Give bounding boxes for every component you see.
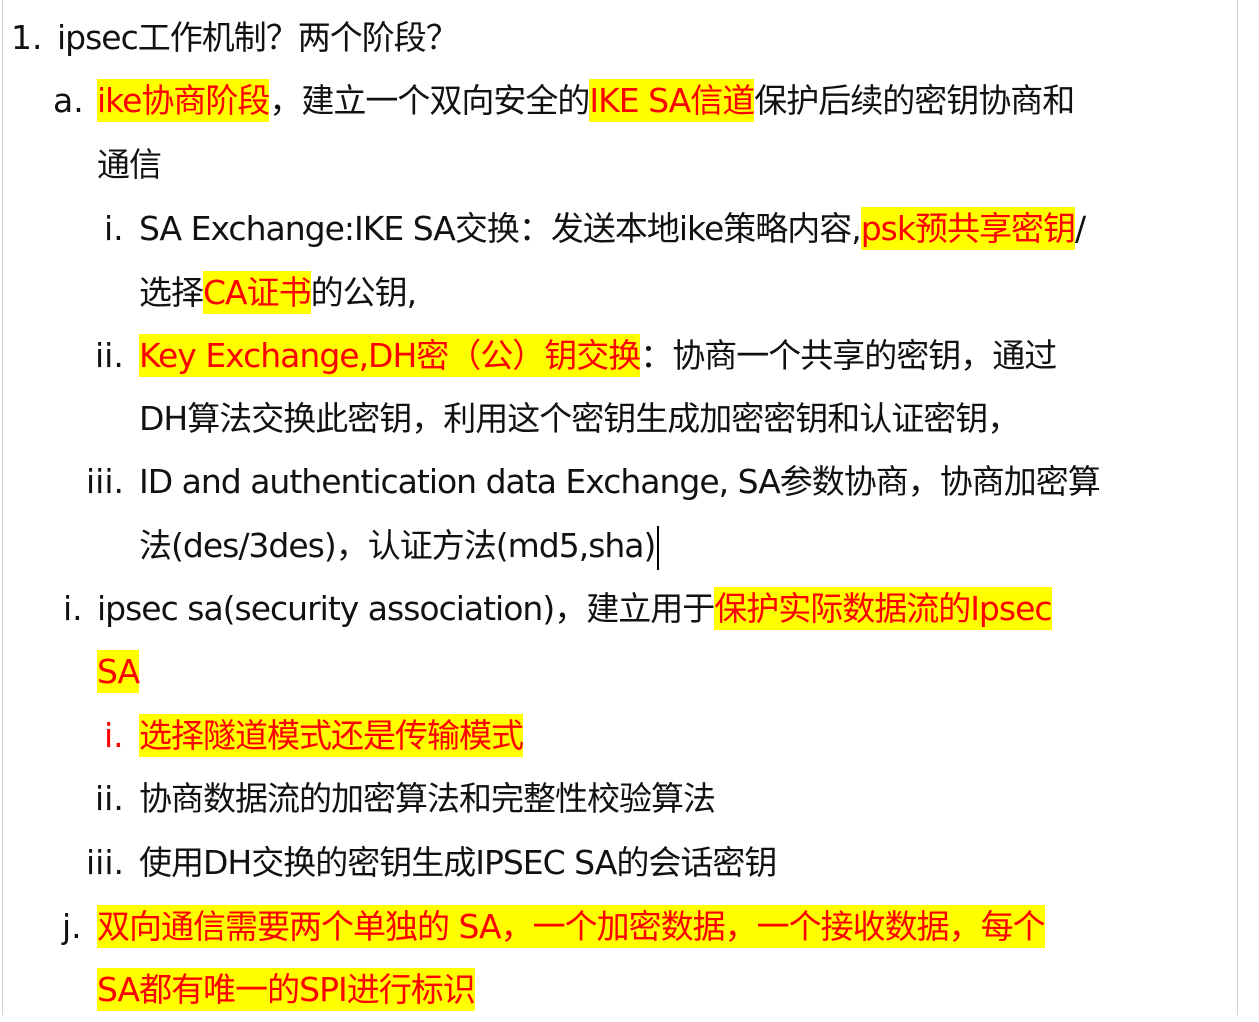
text-line[interactable]: SA: [97, 640, 140, 704]
text-span: 的公钥,: [310, 273, 417, 312]
list-marker: a.: [53, 81, 84, 120]
list-marker: ii.: [95, 336, 124, 375]
list-marker: 1.: [11, 18, 43, 57]
text-line[interactable]: 通信: [97, 133, 162, 197]
heading-line[interactable]: ipsec工作机制？两个阶段？: [57, 6, 459, 70]
text-span: 使用DH交换的密钥生成IPSEC SA的会话密钥: [139, 843, 777, 882]
right-margin-line: [1237, 0, 1238, 1015]
text-line[interactable]: Key Exchange,DH密（公）钥交换：协商一个共享的密钥，通过: [139, 324, 1057, 388]
document-page: 1. ipsec工作机制？两个阶段？ a. ike协商阶段，建立一个双向安全的I…: [0, 0, 1259, 1015]
text-span: /: [1075, 209, 1086, 248]
list-marker: i.: [63, 589, 83, 628]
text-span: ID and authentication data Exchange, SA参…: [139, 462, 1101, 501]
highlight-span: psk预共享密钥: [860, 207, 1076, 250]
text-line[interactable]: 法(des/3des)，认证方法(md5,sha): [139, 514, 659, 578]
text-span: DH算法交换此密钥，利用这个密钥生成加密密钥和认证密钥，: [139, 399, 1020, 438]
highlight-span: SA都有唯一的SPI进行标识: [97, 968, 476, 1011]
list-marker: j.: [62, 907, 82, 946]
list-marker: iii.: [86, 462, 124, 501]
text-span: SA Exchange:IKE SA交换：发送本地ike策略内容,: [139, 209, 862, 248]
text-span: 法(des/3des)，认证方法(md5,sha): [139, 526, 656, 565]
text-span: 选择: [139, 273, 204, 312]
heading-text: ipsec工作机制？两个阶段？: [57, 18, 459, 57]
text-line[interactable]: 选择隧道模式还是传输模式: [139, 704, 524, 768]
text-line[interactable]: ike协商阶段，建立一个双向安全的IKE SA信道保护后续的密钥协商和: [97, 69, 1075, 133]
text-line[interactable]: 选择CA证书的公钥,: [139, 261, 417, 325]
text-line[interactable]: ipsec sa(security association)，建立用于保护实际数…: [97, 577, 1053, 641]
text-line[interactable]: 使用DH交换的密钥生成IPSEC SA的会话密钥: [139, 831, 777, 895]
highlight-span: 选择隧道模式还是传输模式: [139, 714, 524, 757]
left-margin-line: [2, 0, 3, 1015]
highlight-span: 保护实际数据流的Ipsec: [714, 587, 1053, 630]
text-line[interactable]: SA都有唯一的SPI进行标识: [97, 958, 476, 1022]
highlight-span: ike协商阶段: [97, 79, 270, 122]
list-marker: i.: [104, 209, 124, 248]
highlight-span: CA证书: [203, 271, 312, 314]
text-span: 保护后续的密钥协商和: [754, 81, 1075, 120]
highlight-span: IKE SA信道: [589, 79, 755, 122]
list-marker: i.: [104, 716, 124, 755]
text-line[interactable]: SA Exchange:IKE SA交换：发送本地ike策略内容,psk预共享密…: [139, 197, 1086, 261]
text-span: ipsec sa(security association)，建立用于: [97, 589, 715, 628]
text-span: ，建立一个双向安全的: [269, 81, 590, 120]
text-line[interactable]: DH算法交换此密钥，利用这个密钥生成加密密钥和认证密钥，: [139, 387, 1020, 451]
text-span: 协商数据流的加密算法和完整性校验算法: [139, 779, 716, 818]
highlight-span: Key Exchange,DH密（公）钥交换: [139, 334, 641, 377]
highlight-span: 双向通信需要两个单独的 SA，一个加密数据，一个接收数据，每个: [97, 905, 1046, 948]
list-marker: iii.: [86, 843, 124, 882]
text-line[interactable]: 双向通信需要两个单独的 SA，一个加密数据，一个接收数据，每个: [97, 895, 1046, 959]
text-span: 通信: [97, 145, 162, 184]
text-line[interactable]: ID and authentication data Exchange, SA参…: [139, 450, 1101, 514]
text-span: ：协商一个共享的密钥，通过: [640, 336, 1057, 375]
text-cursor: [657, 525, 659, 570]
list-marker: ii.: [95, 779, 124, 818]
text-line[interactable]: 协商数据流的加密算法和完整性校验算法: [139, 767, 716, 831]
highlight-span: SA: [97, 650, 140, 693]
